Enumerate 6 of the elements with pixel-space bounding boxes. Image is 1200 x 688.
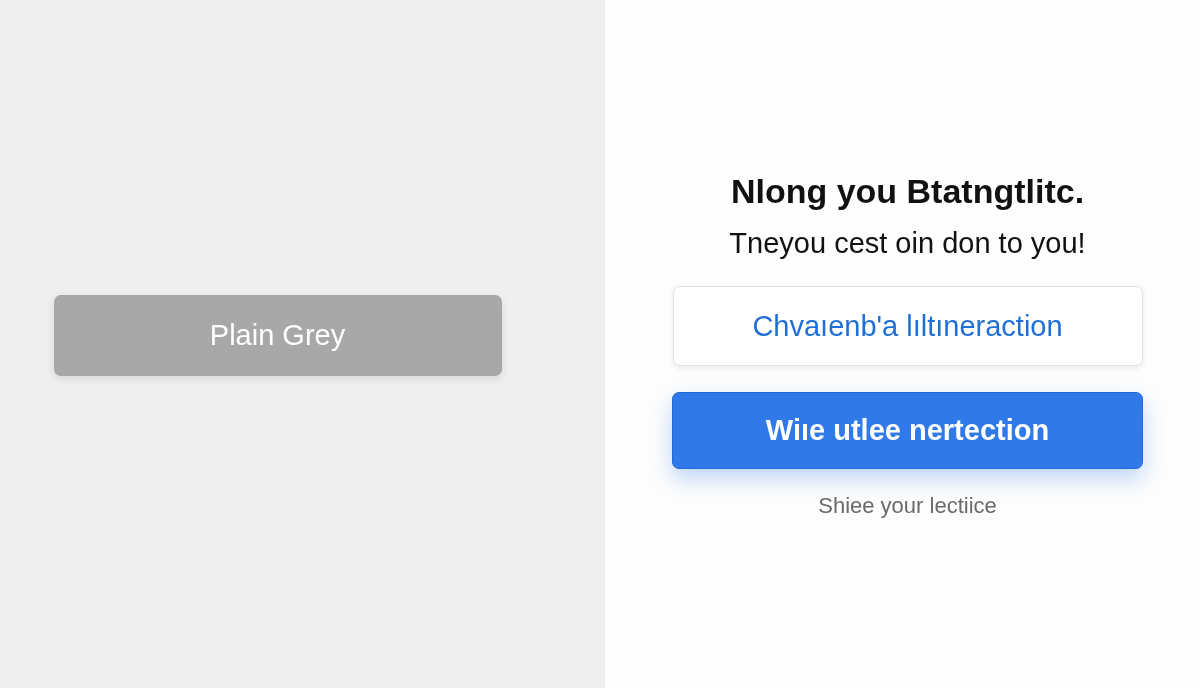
- heading: Nlong you Btatngtlitc.: [730, 172, 1085, 211]
- secondary-button[interactable]: Chvaıenb'a lıltıneraction: [672, 286, 1143, 366]
- primary-button[interactable]: Wiıe utlee nertection: [672, 392, 1143, 469]
- subtitle: Tneyou cest oin don to you!: [729, 227, 1086, 260]
- caption: Shiee your lectiice: [818, 493, 997, 519]
- plain-button[interactable]: Plain Grey: [53, 295, 502, 376]
